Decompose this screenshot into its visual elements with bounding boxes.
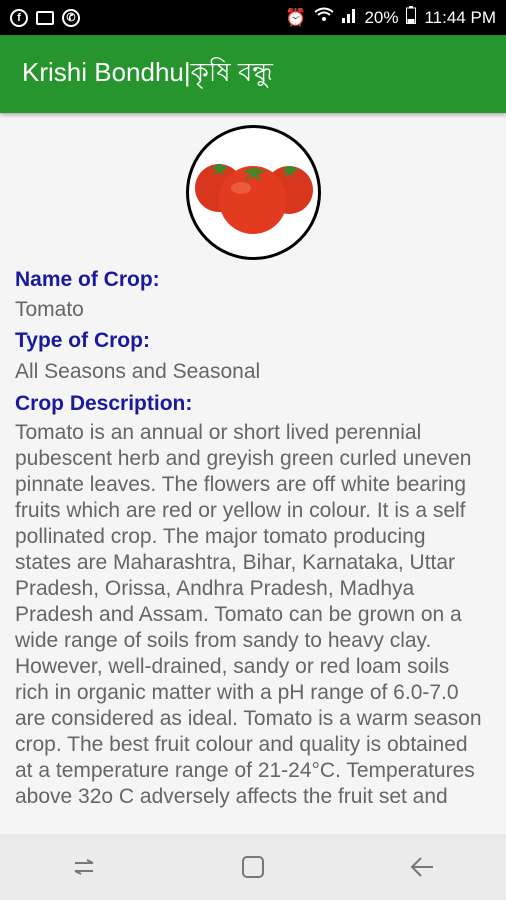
- crop-detail: Name of Crop: Tomato Type of Crop: All S…: [0, 113, 506, 834]
- home-icon: [241, 856, 264, 878]
- back-button[interactable]: [392, 847, 452, 887]
- wifi-icon: [314, 7, 335, 28]
- facebook-icon: f: [10, 8, 28, 27]
- alarm-icon: ⏰: [285, 7, 307, 27]
- signal-icon: [342, 7, 356, 28]
- recent-apps-icon: [74, 859, 94, 875]
- navigation-bar: [0, 834, 506, 900]
- whatsapp-icon: ✆: [62, 8, 80, 27]
- app-title: Krishi Bondhu|কৃষি বন্ধু: [22, 57, 273, 87]
- home-button[interactable]: [223, 847, 283, 887]
- crop-type: All Seasons and Seasonal: [15, 360, 261, 383]
- app-bar: Krishi Bondhu|কৃষি বন্ধু: [0, 35, 506, 113]
- crop-type-label: Type of Crop:: [15, 329, 150, 352]
- crop-name: Tomato: [15, 298, 84, 321]
- crop-name-label: Name of Crop:: [15, 268, 160, 291]
- battery-level: 20%: [364, 7, 399, 27]
- battery-icon: [406, 6, 417, 29]
- image-icon: [36, 10, 54, 25]
- crop-description: Tomato is an annual or short lived peren…: [15, 421, 482, 808]
- status-bar: f ✆ ⏰ 20% 11:44 PM: [0, 0, 506, 35]
- back-icon: [410, 857, 433, 877]
- crop-description-label: Crop Description:: [15, 392, 193, 415]
- clock: 11:44 PM: [424, 7, 496, 27]
- tomato-image: [186, 125, 321, 260]
- recent-apps-button[interactable]: [54, 847, 114, 887]
- system-icons: ⏰ 20% 11:44 PM: [285, 6, 496, 29]
- notification-icons: f ✆: [10, 8, 80, 27]
